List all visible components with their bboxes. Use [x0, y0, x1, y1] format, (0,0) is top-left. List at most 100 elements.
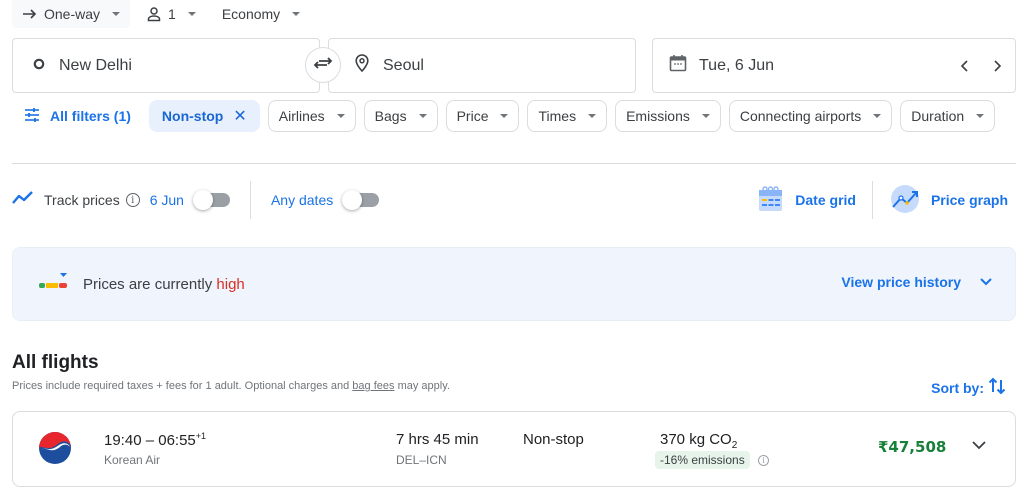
trip-type-dropdown[interactable]: One-way	[12, 0, 131, 28]
disclaimer-text: Prices include required taxes + fees for…	[12, 380, 350, 392]
emissions-badge: -16% emissions	[655, 451, 750, 469]
chevron-down-icon	[976, 114, 985, 118]
trend-line-icon	[12, 190, 34, 210]
trip-options-bar: One-way 1 Economy	[12, 0, 310, 28]
info-icon[interactable]: i	[758, 455, 769, 466]
cabin-class-label: Economy	[221, 6, 281, 22]
sort-by-label: Sort by:	[931, 379, 984, 396]
chevron-down-icon	[873, 114, 882, 118]
filter-chip-non-stop[interactable]: Non-stop ✕	[148, 100, 260, 132]
emissions-subscript: 2	[731, 440, 738, 451]
all-filters-button[interactable]: All filters (1)	[12, 100, 141, 132]
bag-fees-link[interactable]: bag fees	[352, 380, 394, 392]
filter-sliders-icon	[24, 107, 40, 125]
previous-date-button[interactable]	[955, 56, 975, 76]
airline-name: Korean Air	[104, 453, 161, 467]
filter-chip-label: Emissions	[626, 108, 690, 124]
sort-arrows-icon	[988, 376, 1006, 399]
origin-value: New Delhi	[59, 56, 132, 74]
price-graph-label: Price graph	[930, 192, 1008, 208]
filter-chip-label: Airlines	[278, 108, 325, 124]
flight-price: ₹47,508	[878, 438, 947, 456]
filter-chip-label: Times	[538, 108, 577, 124]
date-grid-button[interactable]: Date grid	[749, 185, 864, 216]
flight-times: 19:40 – 06:55+1	[104, 431, 207, 449]
disclaimer-text-end: may apply.	[397, 380, 450, 392]
any-dates-label: Any dates	[270, 192, 334, 208]
chevron-down-icon	[418, 114, 427, 118]
track-prices-label: Track prices	[44, 192, 120, 208]
filter-chip-price[interactable]: Price	[445, 100, 520, 132]
info-icon[interactable]: i	[125, 193, 140, 207]
filter-chip-emissions[interactable]: Emissions	[615, 100, 721, 132]
passenger-count: 1	[168, 6, 176, 22]
track-date-toggle[interactable]	[192, 190, 230, 210]
swap-icon	[313, 55, 333, 76]
filter-chip-label: Bags	[374, 108, 407, 124]
track-prices-row: Track prices i 6 Jun Any dates Date grid…	[12, 180, 1016, 220]
day-offset: +1	[195, 431, 207, 441]
chevron-down-icon	[336, 114, 345, 118]
person-icon	[146, 6, 162, 22]
flight-emissions: 370 kg CO2	[660, 431, 737, 451]
chevron-down-icon	[187, 12, 196, 16]
date-grid-icon	[757, 185, 785, 216]
filter-chip-duration[interactable]: Duration	[900, 100, 996, 132]
sort-by-button[interactable]: Sort by:	[931, 376, 1006, 399]
filter-chip-label: Connecting airports	[739, 108, 862, 124]
all-flights-heading: All flights	[12, 352, 99, 373]
flight-stops: Non-stop	[523, 431, 584, 448]
chevron-down-icon	[292, 12, 301, 16]
filter-chip-connecting-airports[interactable]: Connecting airports	[728, 100, 893, 132]
expand-flight-button[interactable]	[971, 438, 987, 456]
view-price-history-button[interactable]: View price history	[841, 274, 993, 290]
vertical-divider	[871, 181, 873, 219]
price-graph-icon	[889, 183, 921, 218]
calendar-icon	[669, 54, 687, 77]
any-dates-toggle[interactable]	[342, 190, 380, 210]
trip-type-label: One-way	[44, 6, 101, 22]
arrival-time: 06:55	[158, 432, 196, 449]
origin-circle-icon	[33, 57, 45, 75]
destination-value: Seoul	[383, 56, 424, 74]
filter-chip-label: Price	[456, 108, 489, 124]
flight-result-row[interactable]: 19:40 – 06:55+1 Korean Air 7 hrs 45 min …	[12, 411, 1016, 487]
filter-chip-times[interactable]: Times	[527, 100, 608, 132]
close-icon[interactable]: ✕	[233, 106, 246, 126]
korean-air-logo	[38, 431, 72, 470]
emissions-value: 370 kg CO	[660, 431, 732, 448]
price-graph-button[interactable]: Price graph	[881, 183, 1016, 218]
chevron-down-icon	[979, 274, 993, 290]
track-date-label: 6 Jun	[149, 192, 184, 208]
flight-route: DEL–ICN	[396, 453, 447, 467]
destination-field[interactable]: Seoul	[328, 38, 636, 93]
price-disclaimer: Prices include required taxes + fees for…	[12, 380, 450, 392]
departure-date-field[interactable]: Tue, 6 Jun	[652, 38, 1016, 93]
section-divider	[12, 163, 1016, 164]
date-grid-label: Date grid	[795, 192, 856, 208]
filter-chip-label: Non-stop	[161, 108, 224, 124]
departure-time: 19:40	[104, 432, 142, 449]
next-date-button[interactable]	[987, 56, 1007, 76]
filter-chip-bags[interactable]: Bags	[363, 100, 438, 132]
price-insight-text: Prices are currently high	[83, 276, 245, 293]
price-level-icon	[39, 273, 69, 296]
all-filters-label: All filters (1)	[50, 108, 131, 124]
insight-prefix: Prices are currently	[83, 276, 213, 293]
origin-field[interactable]: New Delhi	[12, 38, 320, 93]
flight-duration: 7 hrs 45 min	[396, 431, 479, 448]
passengers-dropdown[interactable]: 1	[136, 0, 206, 28]
departure-date-value: Tue, 6 Jun	[699, 56, 775, 74]
chevron-down-icon	[701, 114, 710, 118]
swap-locations-button[interactable]	[305, 47, 341, 83]
filter-chip-label: Duration	[911, 108, 965, 124]
chevron-down-icon	[500, 114, 509, 118]
cabin-class-dropdown[interactable]: Economy	[212, 0, 310, 28]
chevron-down-icon	[112, 12, 121, 16]
date-navigation	[955, 39, 1007, 92]
filter-chip-airlines[interactable]: Airlines	[267, 100, 356, 132]
filter-bar: All filters (1) Non-stop ✕ Airlines Bags…	[12, 100, 996, 132]
location-pin-icon	[355, 54, 369, 77]
arrow-right-icon	[22, 9, 38, 19]
chevron-down-icon	[588, 114, 597, 118]
